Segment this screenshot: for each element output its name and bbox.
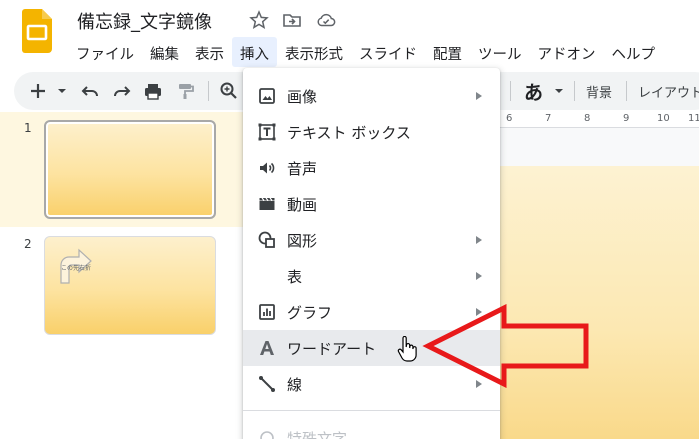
submenu-arrow-icon (476, 92, 482, 100)
insert-shape-item[interactable]: 図形 (243, 222, 500, 258)
ruler-number: 10 (657, 113, 670, 124)
add-icon[interactable] (28, 81, 48, 101)
toolbar-divider (208, 81, 209, 101)
google-slides-logo-icon[interactable] (22, 9, 52, 53)
menu-insert[interactable]: 挿入 (232, 37, 277, 67)
layout-button[interactable]: レイアウト (638, 82, 699, 101)
line-icon (259, 376, 275, 392)
red-annotation-arrow-icon (422, 304, 589, 388)
paint-format-icon[interactable] (175, 81, 195, 101)
menu-item-label: 音声 (287, 160, 318, 178)
dropdown-icon[interactable] (52, 81, 72, 101)
ruler-number: 7 (545, 113, 552, 124)
text-box-icon (258, 123, 276, 141)
insert-special-characters-item[interactable]: 特殊文字 (243, 420, 500, 439)
submenu-arrow-icon (476, 272, 482, 280)
toolbar-divider (510, 81, 511, 101)
background-button[interactable]: 背景 (586, 82, 612, 101)
insert-video-item[interactable]: 動画 (243, 186, 500, 222)
document-title[interactable]: 備忘録_文字鏡像 (77, 8, 212, 34)
image-icon (259, 88, 275, 104)
menu-help[interactable]: ヘルプ (604, 37, 664, 67)
menu-item-label: ワードアート (287, 340, 377, 358)
ruler-number: 9 (623, 113, 630, 124)
shape-icon (258, 231, 275, 248)
insert-table-item[interactable]: 表 (243, 258, 500, 294)
zoom-icon[interactable] (219, 81, 239, 101)
print-icon[interactable] (143, 81, 163, 101)
menu-file[interactable]: ファイル (68, 37, 142, 67)
audio-icon (260, 162, 275, 174)
slide-number: 1 (24, 121, 32, 135)
menu-separator (243, 410, 500, 411)
menu-item-label: テキスト ボックス (287, 124, 411, 142)
menu-item-label: 線 (287, 376, 303, 394)
slide-thumbnail-label: この先右折 (61, 265, 92, 272)
menu-addons[interactable]: アドオン (530, 37, 604, 67)
toolbar-divider (626, 81, 627, 101)
menu-bar: ファイル 編集 表示 挿入 表示形式 スライド 配置 ツール アドオン ヘルプ (68, 37, 663, 67)
omega-icon (260, 431, 274, 439)
ruler-number: 6 (506, 113, 513, 124)
input-tools-button[interactable]: あ (524, 78, 543, 105)
toolbar-divider (574, 81, 575, 101)
input-tools-dropdown-icon[interactable] (549, 81, 569, 101)
slide-thumbnail-2[interactable]: この先右折 (44, 236, 216, 335)
word-art-icon (260, 341, 274, 355)
cloud-saved-icon[interactable] (316, 10, 336, 30)
menu-item-label: 図形 (287, 232, 318, 250)
chart-icon (259, 304, 275, 320)
menu-edit[interactable]: 編集 (142, 37, 187, 67)
insert-audio-item[interactable]: 音声 (243, 150, 500, 186)
ruler-number: 11 (688, 113, 699, 124)
menu-item-label: 画像 (287, 88, 318, 106)
insert-text-box-item[interactable]: テキスト ボックス (243, 114, 500, 150)
undo-icon[interactable] (80, 81, 100, 101)
menu-item-label: 動画 (287, 196, 318, 214)
menu-arrange[interactable]: 配置 (425, 37, 470, 67)
slide-thumbnail-1[interactable] (44, 120, 216, 219)
star-icon[interactable] (249, 10, 269, 30)
current-slide[interactable] (497, 166, 699, 439)
move-to-folder-icon[interactable] (282, 10, 302, 30)
menu-format[interactable]: 表示形式 (277, 37, 351, 67)
menu-tools[interactable]: ツール (470, 37, 530, 67)
horizontal-ruler: 6 7 8 9 10 11 (500, 111, 699, 128)
menu-view[interactable]: 表示 (187, 37, 232, 67)
menu-slide[interactable]: スライド (351, 37, 425, 67)
menu-item-label: グラフ (287, 304, 333, 322)
menu-item-label: 表 (287, 268, 303, 286)
ruler-number: 8 (584, 113, 591, 124)
video-icon (259, 197, 275, 210)
submenu-arrow-icon (476, 236, 482, 244)
insert-image-item[interactable]: 画像 (243, 78, 500, 114)
hand-pointer-cursor-icon (397, 336, 417, 362)
slide-number: 2 (24, 237, 32, 251)
menu-item-label: 特殊文字 (287, 430, 348, 439)
redo-icon[interactable] (112, 81, 132, 101)
